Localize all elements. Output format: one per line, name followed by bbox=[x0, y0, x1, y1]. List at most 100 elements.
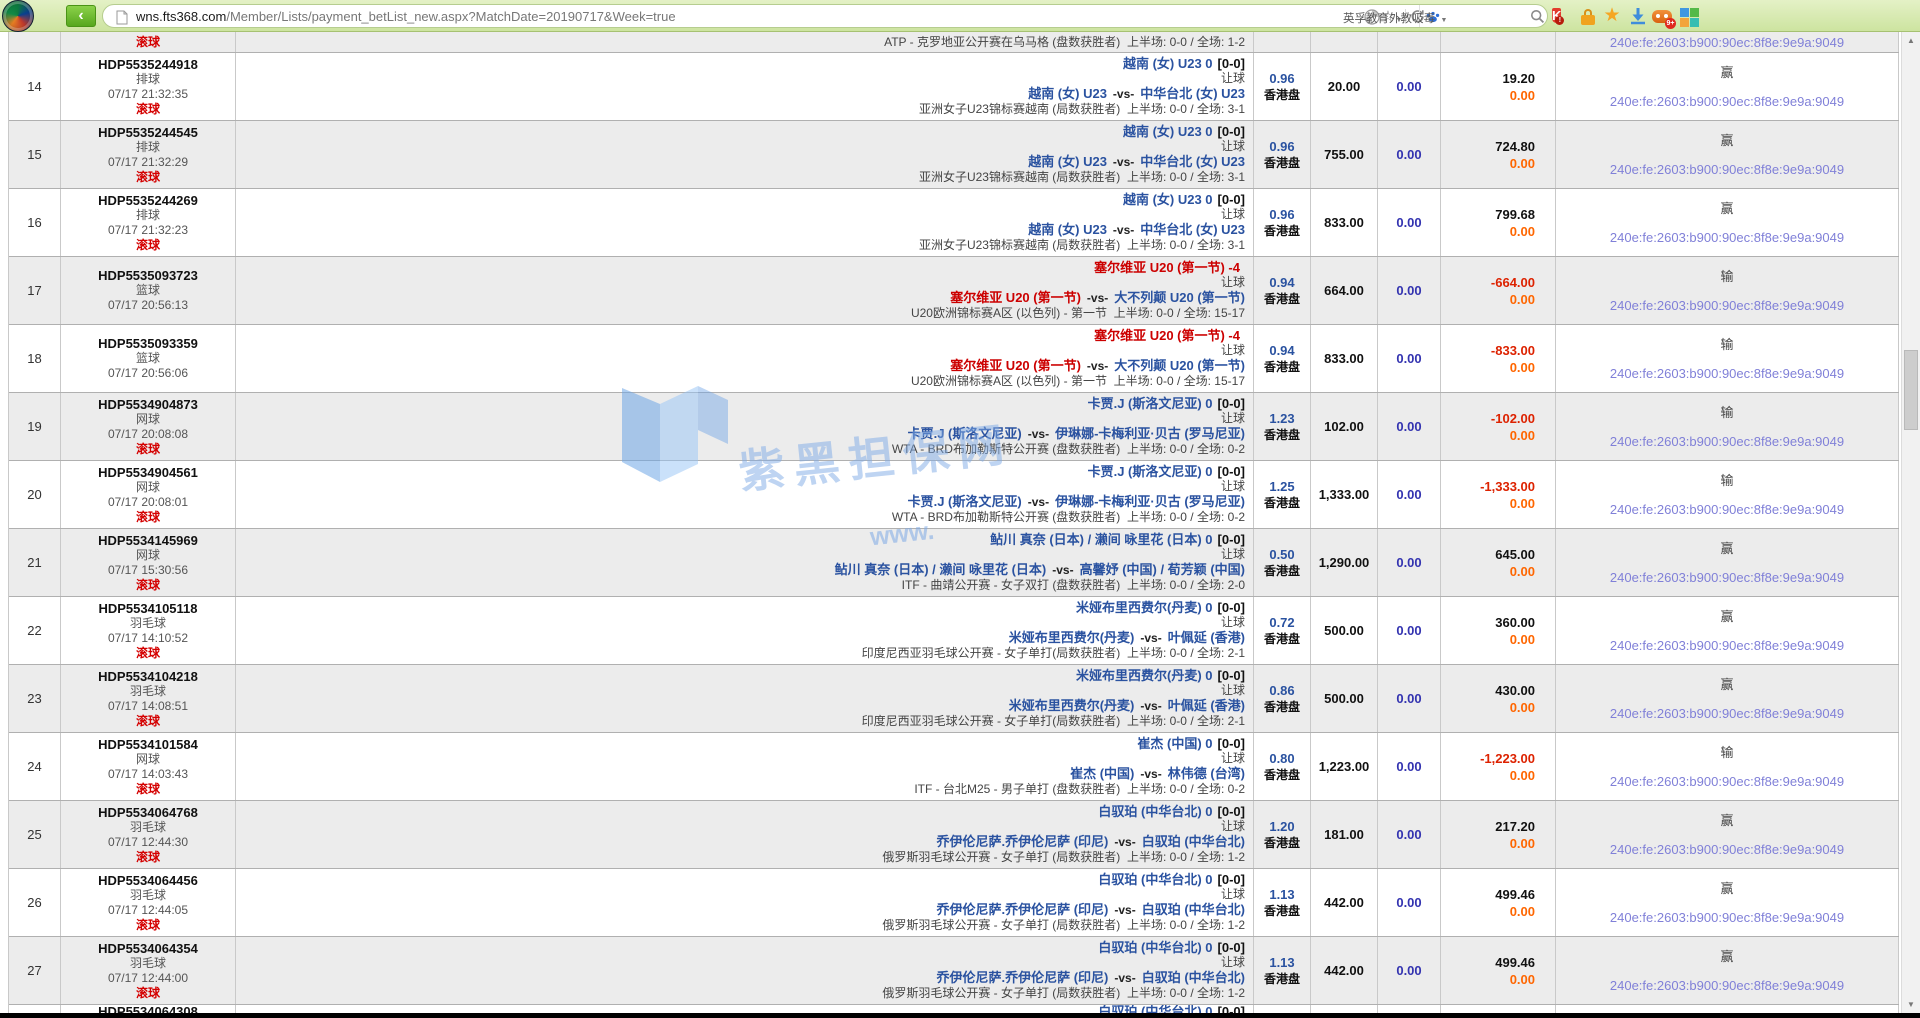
result-cell: 799.68 0.00 bbox=[1441, 189, 1556, 256]
live-badge: 滚球 bbox=[136, 782, 160, 797]
league-line: U20欧洲锦标赛A区 (以色列) - 第一节 上半场: 0-0 / 全场: 15… bbox=[911, 374, 1245, 389]
match-cell: 越南 (女) U23 0[0-0] 让球 越南 (女) U23-vs-中华台北 … bbox=[236, 189, 1254, 256]
amount-cell bbox=[1311, 32, 1378, 52]
bet-id: HDP5535244269 bbox=[98, 193, 198, 208]
pick-team: 鲇川 真奈 (日本) / 濑间 咏里花 (日本) 0 bbox=[990, 532, 1212, 547]
page-favicon-icon bbox=[116, 10, 128, 30]
live-badge: 滚球 bbox=[136, 714, 160, 729]
home-team: 塞尔维亚 U20 (第一节) bbox=[950, 290, 1081, 305]
bet-amount: 1,223.00 bbox=[1311, 733, 1378, 800]
bet-sport: 羽毛球 bbox=[130, 820, 166, 835]
away-team: 高馨妤 (中国) / 荀芳颖 (中国) bbox=[1080, 562, 1245, 577]
bet-id: HDP5534105118 bbox=[98, 601, 197, 616]
market-label: 香港盘 bbox=[1264, 427, 1300, 443]
ip-address: 240e:fe:2603:b900:90ec:8f8e:9e9a:9049 bbox=[1610, 842, 1844, 857]
table-row: 27 HDP5534064354 羽毛球 07/17 12:44:00 滚球 白… bbox=[9, 937, 1899, 1005]
vertical-scrollbar[interactable]: ▲ ▼ bbox=[1901, 32, 1920, 1013]
match-cell: 越南 (女) U23 0[0-0] 让球 越南 (女) U23-vs-中华台北 … bbox=[236, 121, 1254, 188]
download-icon[interactable] bbox=[1628, 6, 1648, 26]
security-k-icon[interactable]: K! bbox=[1552, 6, 1572, 26]
valid-amount-cell: 0.00 bbox=[1378, 597, 1441, 664]
scrollbar-thumb[interactable] bbox=[1904, 350, 1918, 430]
bet-amount: 664.00 bbox=[1311, 257, 1378, 324]
row-number: 22 bbox=[9, 597, 61, 664]
result-value: 724.80 bbox=[1495, 138, 1535, 155]
result-value: -833.00 bbox=[1491, 342, 1535, 359]
outcome-label: 输 bbox=[1720, 473, 1733, 489]
league-line: ATP - 克罗地亚公开赛在乌马格 (盘数获胜者) 上半场: 0-0 / 全场:… bbox=[884, 35, 1245, 50]
bet-type-label: 让球 bbox=[1221, 207, 1245, 222]
bet-info-cell: HDP5535244269 排球 07/17 21:32:23 滚球 bbox=[61, 189, 236, 256]
ip-address: 240e:fe:2603:b900:90ec:8f8e:9e9a:9049 bbox=[1610, 434, 1844, 449]
table-row: 23 HDP5534104218 羽毛球 07/17 14:08:51 滚球 米… bbox=[9, 665, 1899, 733]
bet-amount: 442.00 bbox=[1311, 937, 1378, 1004]
valid-amount-value: 0.00 bbox=[1396, 759, 1421, 774]
bet-type-label: 让球 bbox=[1221, 955, 1245, 970]
pick-team: 卡贾.J (斯洛文尼亚) 0 bbox=[1088, 464, 1213, 479]
pick-score: [0-0] bbox=[1218, 464, 1245, 479]
bet-sport: 排球 bbox=[136, 140, 160, 155]
scroll-up-arrow-icon[interactable]: ▲ bbox=[1902, 32, 1920, 49]
table-row: 19 HDP5534904873 网球 07/17 20:08:08 滚球 卡贾… bbox=[9, 393, 1899, 461]
result-secondary-value: 0.00 bbox=[1510, 903, 1535, 920]
valid-amount-value: 0.00 bbox=[1396, 419, 1421, 434]
bet-id: HDP5534101584 bbox=[98, 737, 198, 752]
vs-label: -vs- bbox=[1052, 563, 1073, 577]
row-number: 18 bbox=[9, 325, 61, 392]
home-team: 乔伊伦尼萨.乔伊伦尼萨 (印尼) bbox=[936, 834, 1108, 849]
bet-amount: 500.00 bbox=[1311, 665, 1378, 732]
outcome-label: 赢 bbox=[1720, 541, 1733, 557]
live-badge: 滚球 bbox=[136, 510, 160, 525]
search-magnifier-icon[interactable] bbox=[1529, 9, 1545, 25]
bet-info-cell: 滚球 bbox=[61, 32, 236, 52]
bet-time: 07/17 21:32:29 bbox=[108, 155, 188, 170]
result-secondary-value: 0.00 bbox=[1510, 495, 1535, 512]
result-secondary-value: 0.00 bbox=[1510, 87, 1535, 104]
apps-grid-icon[interactable] bbox=[1680, 8, 1700, 28]
search-engine-caret-icon[interactable]: ▼ bbox=[1440, 13, 1448, 29]
valid-amount-value: 0.00 bbox=[1396, 691, 1421, 706]
bet-sport: 排球 bbox=[136, 208, 160, 223]
bet-info-cell: HDP5534904561 网球 07/17 20:08:01 滚球 bbox=[61, 461, 236, 528]
bet-id: HDP5534104218 bbox=[98, 669, 198, 684]
games-icon[interactable]: 9+ bbox=[1652, 6, 1672, 26]
worldcup-ball-logo-icon bbox=[2, 0, 34, 32]
result-cell: 499.46 0.00 bbox=[1441, 869, 1556, 936]
lock-icon[interactable] bbox=[1578, 6, 1598, 26]
away-team: 叶佩延 (香港) bbox=[1168, 698, 1245, 713]
valid-amount-value: 0.00 bbox=[1396, 215, 1421, 230]
result-cell: 19.20 0.00 bbox=[1441, 53, 1556, 120]
scroll-down-arrow-icon[interactable]: ▼ bbox=[1902, 996, 1920, 1013]
row-number: 20 bbox=[9, 461, 61, 528]
outcome-label: 赢 bbox=[1720, 881, 1733, 897]
table-row: 14 HDP5535244918 排球 07/17 21:32:35 滚球 越南… bbox=[9, 53, 1899, 121]
odds-cell: 0.86 香港盘 bbox=[1254, 665, 1311, 732]
odds-cell: 0.72 香港盘 bbox=[1254, 597, 1311, 664]
valid-amount-value: 0.00 bbox=[1396, 283, 1421, 298]
away-team: 白驭珀 (中华台北) bbox=[1142, 902, 1245, 917]
vs-label: -vs- bbox=[1114, 971, 1135, 985]
odds-cell: 1.20 香港盘 bbox=[1254, 801, 1311, 868]
result-secondary-value: 0.00 bbox=[1510, 699, 1535, 716]
valid-amount-cell: 0.00 bbox=[1378, 393, 1441, 460]
address-bar[interactable]: wns.fts368.com/Member/Lists/payment_betL… bbox=[102, 4, 1548, 28]
bet-type-label: 让球 bbox=[1221, 411, 1245, 426]
league-line: 亚洲女子U23锦标赛越南 (局数获胜者) 上半场: 0-0 / 全场: 3-1 bbox=[919, 170, 1245, 185]
back-button[interactable]: ‹ bbox=[66, 5, 96, 27]
search-input[interactable]: 英孚教育外教吸毒 bbox=[1343, 10, 1435, 26]
match-cell: 卡贾.J (斯洛文尼亚) 0[0-0] 让球 卡贾.J (斯洛文尼亚)-vs-伊… bbox=[236, 393, 1254, 460]
league-line: 亚洲女子U23锦标赛越南 (局数获胜者) 上半场: 0-0 / 全场: 3-1 bbox=[919, 238, 1245, 253]
valid-amount-value: 0.00 bbox=[1396, 623, 1421, 638]
odds-cell: 1.13 香港盘 bbox=[1254, 937, 1311, 1004]
pick-team: 越南 (女) U23 0 bbox=[1123, 192, 1213, 207]
status-cell: 赢 240e:fe:2603:b900:90ec:8f8e:9e9a:9049 bbox=[1556, 121, 1899, 188]
bet-time: 07/17 20:56:06 bbox=[108, 366, 188, 381]
odds-value: 1.25 bbox=[1269, 479, 1294, 495]
favorites-star-icon[interactable]: ★ bbox=[1602, 6, 1622, 26]
home-team: 鲇川 真奈 (日本) / 濑间 咏里花 (日本) bbox=[835, 562, 1047, 577]
ip-address: 240e:fe:2603:b900:90ec:8f8e:9e9a:9049 bbox=[1610, 502, 1844, 517]
row-number: 19 bbox=[9, 393, 61, 460]
status-cell: 赢 240e:fe:2603:b900:90ec:8f8e:9e9a:9049 bbox=[1556, 189, 1899, 256]
status-cell: 赢 240e:fe:2603:b900:90ec:8f8e:9e9a:9049 bbox=[1556, 801, 1899, 868]
valid-amount-value: 0.00 bbox=[1396, 963, 1421, 978]
